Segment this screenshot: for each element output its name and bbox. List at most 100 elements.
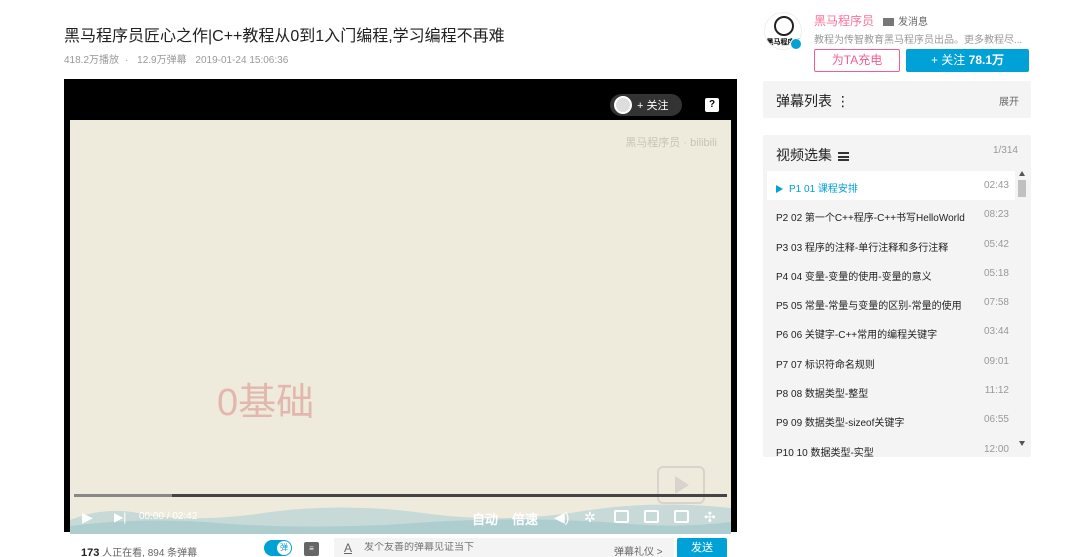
danmaku-toggle[interactable] [264, 540, 292, 556]
episode-duration: 06:55 [983, 414, 1009, 426]
video-meta: 418.2万播放 · 12.9万弹幕 2019-01-24 15:06:36 [64, 55, 289, 66]
video-frame-text: 0基础 [217, 382, 315, 424]
scroll-up-icon[interactable] [1019, 171, 1025, 176]
episode-name-text: P1 01 课程安排 [789, 184, 858, 195]
episode-scrollbar[interactable] [1017, 171, 1027, 451]
episode-name: P10 10 数据类型-实型 [776, 444, 976, 457]
episode-item[interactable]: P4 04 变量-变量的使用-变量的意义 05:18 [767, 259, 1015, 288]
danmaku-list-panel[interactable]: 弹幕列表 ⋮ 展开 [763, 81, 1031, 118]
progress-bar[interactable] [74, 494, 727, 497]
episode-item[interactable]: P2 02 第一个C++程序-C++书写HelloWorld 08:23 [767, 200, 1015, 229]
episode-name-text: P6 06 关键字-C++常用的编程关键字 [776, 330, 938, 342]
verified-badge-icon [790, 38, 802, 50]
uploader-logo-icon [774, 16, 794, 36]
fullscreen-icon[interactable]: ✣ [704, 509, 716, 525]
episode-duration: 12:00 [983, 443, 1009, 455]
danmaku-send-bar: 173 人正在看, 894 条弹幕 ≡ A 弹幕礼仪 > 发送 [64, 534, 737, 557]
viewers-suffix: 人正在看, 894 条弹幕 [99, 548, 198, 557]
picture-in-picture-icon[interactable] [614, 510, 629, 523]
episode-item[interactable]: P7 07 标识符命名规则 09:01 [767, 347, 1015, 376]
list-icon[interactable] [838, 151, 849, 161]
mini-avatar-icon [614, 96, 632, 114]
video-title: 黑马程序员匠心之作|C++教程从0到1入门编程,学习编程不再难 [64, 28, 505, 45]
episode-item[interactable]: P3 03 程序的注释-单行注释和多行注释 05:42 [767, 230, 1015, 259]
video-frame[interactable]: 黑马程序员 · bilibili 0基础 [70, 120, 731, 534]
send-message-link[interactable]: 发消息 [883, 13, 928, 28]
viewers-count: 173 [81, 547, 100, 557]
episode-duration: 05:42 [983, 238, 1009, 250]
danmaku-style-icon[interactable]: A [344, 541, 352, 555]
settings-icon[interactable]: ✲ [584, 509, 596, 525]
episode-item[interactable]: P10 10 数据类型-实型 12:00 [767, 435, 1015, 457]
send-message-label: 发消息 [898, 17, 928, 28]
episode-duration: 08:23 [983, 209, 1009, 221]
scroll-thumb[interactable] [1018, 180, 1026, 197]
episode-name-text: P7 07 标识符命名规则 [776, 359, 875, 371]
help-icon[interactable]: ? [705, 98, 719, 112]
danmaku-input[interactable] [364, 542, 564, 553]
scroll-down-icon[interactable] [1019, 441, 1025, 446]
follow-button[interactable]: + 关注 78.1万 [906, 49, 1029, 72]
episode-name-text: P9 09 数据类型-sizeof关键字 [776, 418, 905, 430]
episode-duration: 11:12 [984, 385, 1009, 397]
episode-name: P8 08 数据类型-整型 [776, 385, 976, 400]
episode-name-text: P4 04 变量-变量的使用-变量的意义 [776, 271, 932, 283]
speed-button[interactable]: 倍速 [512, 509, 538, 528]
episode-duration: 05:18 [983, 267, 1009, 279]
player-follow-label: + 关注 [637, 100, 669, 112]
danmaku-settings-icon[interactable]: ≡ [304, 542, 319, 556]
player-follow-button[interactable]: + 关注 [610, 94, 682, 116]
episode-panel: 视频选集 1/314 P1 01 课程安排 02:43 P2 02 第一个C++程序… [763, 135, 1031, 457]
video-player[interactable]: + 关注 ? 黑马程序员 · bilibili 0基础 ▶ ▶| 00:00 /… [64, 79, 737, 534]
player-controls: ▶ ▶| 00:00 / 02:42 自动 倍速 ◀) ✲ ✣ [64, 502, 737, 532]
viewers-info: 173 人正在看, 894 条弹幕 [81, 544, 197, 557]
episode-name: P1 01 课程安排 [776, 180, 976, 195]
danmaku-expand-button[interactable]: 展开 [999, 93, 1019, 108]
episode-name: P6 06 关键字-C++常用的编程关键字 [776, 326, 976, 341]
episode-item[interactable]: P8 08 数据类型-整型 11:12 [767, 376, 1015, 405]
episode-name-text: P8 08 数据类型-整型 [776, 389, 869, 401]
charge-button[interactable]: 为TA充电 [814, 49, 900, 72]
follow-label: + 关注 [930, 53, 966, 67]
next-icon[interactable]: ▶| [114, 509, 126, 525]
episode-duration: 03:44 [983, 326, 1009, 338]
quality-button[interactable]: 自动 [472, 509, 498, 528]
episode-name: P7 07 标识符命名规则 [776, 356, 976, 371]
episode-item[interactable]: P9 09 数据类型-sizeof关键字 06:55 [767, 405, 1015, 434]
episode-name-text: P5 05 常量-常量与变量的区别-常量的使用 [776, 301, 962, 313]
send-danmaku-button[interactable]: 发送 [677, 538, 727, 557]
widescreen-icon[interactable] [644, 510, 659, 523]
follower-count: 78.1万 [968, 53, 1005, 67]
web-fullscreen-icon[interactable] [674, 510, 689, 523]
progress-buffered [74, 494, 172, 497]
mail-icon [883, 18, 894, 27]
episode-item[interactable]: P5 05 常量-常量与变量的区别-常量的使用 07:58 [767, 288, 1015, 317]
time-display: 00:00 / 02:42 [139, 511, 198, 522]
danmaku-count: 12.9万弹幕 [137, 55, 187, 66]
episode-name: P2 02 第一个C++程序-C++书写HelloWorld [776, 209, 976, 224]
play-count: 418.2万播放 [64, 55, 120, 66]
bilibili-tv-icon [657, 466, 705, 504]
episode-title: 视频选集 [776, 147, 832, 163]
episode-name: P3 03 程序的注释-单行注释和多行注释 [776, 239, 976, 254]
episode-name: P4 04 变量-变量的使用-变量的意义 [776, 268, 976, 283]
danmaku-etiquette-link[interactable]: 弹幕礼仪 > [614, 543, 663, 557]
volume-icon[interactable]: ◀) [554, 509, 569, 525]
episode-item[interactable]: P1 01 课程安排 02:43 [767, 171, 1015, 201]
episode-duration: 02:43 [983, 180, 1009, 191]
episode-duration: 07:58 [983, 297, 1009, 309]
video-watermark: 黑马程序员 · bilibili [625, 137, 717, 149]
episode-count: 1/314 [992, 145, 1018, 156]
publish-date: 2019-01-24 15:06:36 [195, 55, 289, 66]
danmaku-input-wrapper: A 弹幕礼仪 > [334, 538, 674, 557]
episode-header: 视频选集 [776, 145, 849, 165]
episode-name-text: P2 02 第一个C++程序-C++书写HelloWorld [776, 213, 965, 225]
episode-item[interactable]: P6 06 关键字-C++常用的编程关键字 03:44 [767, 317, 1015, 346]
episode-duration: 09:01 [983, 355, 1009, 367]
play-icon[interactable]: ▶ [82, 509, 93, 525]
episode-name-text: P10 10 数据类型-实型 [776, 447, 874, 457]
uploader-name[interactable]: 黑马程序员 [814, 12, 874, 29]
episode-name: P9 09 数据类型-sizeof关键字 [776, 414, 976, 429]
episode-list: P1 01 课程安排 02:43 P2 02 第一个C++程序-C++书写Hello… [767, 171, 1015, 457]
episode-name: P5 05 常量-常量与变量的区别-常量的使用 [776, 297, 976, 312]
